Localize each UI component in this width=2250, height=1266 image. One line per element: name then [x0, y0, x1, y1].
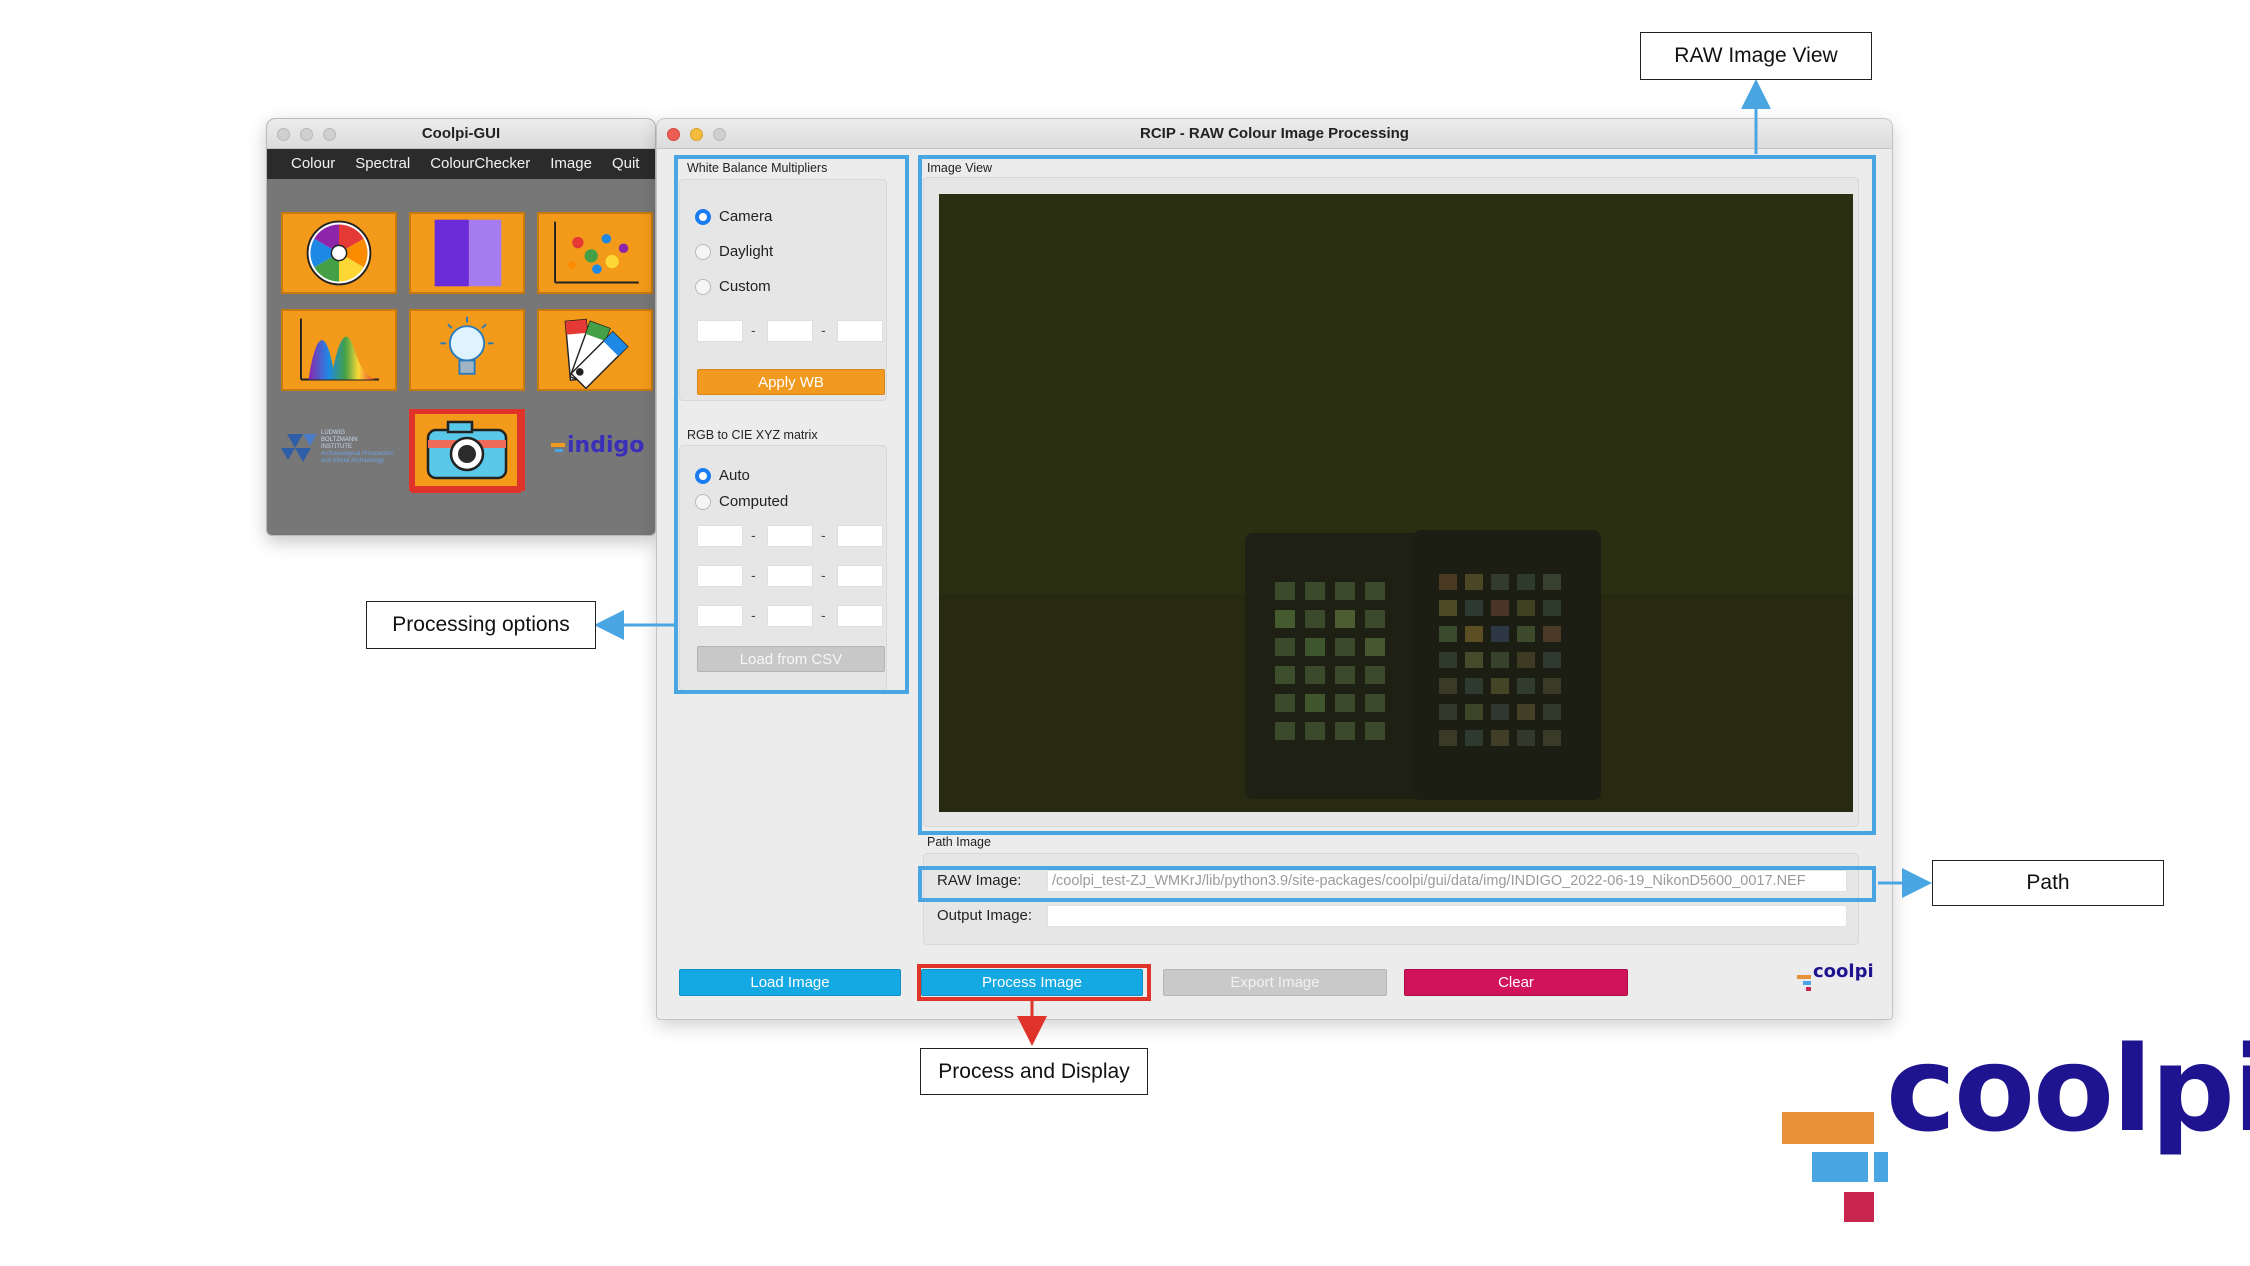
light-bulb-tile[interactable]	[409, 309, 525, 391]
lbi-logo-line: and Virtual Archaeology	[321, 458, 385, 464]
process-and-display-callout: Process and Display	[920, 1048, 1148, 1095]
path-image-group-title: Path Image	[927, 835, 991, 849]
gui-titlebar: Coolpi-GUI	[267, 119, 655, 149]
spectral-curve-tile[interactable]	[281, 309, 397, 391]
spectrum-tile[interactable]	[409, 212, 525, 294]
rcip-window-title: RCIP - RAW Colour Image Processing	[1140, 125, 1409, 142]
gui-window-title: Coolpi-GUI	[421, 125, 501, 142]
spectral-curve-icon	[300, 318, 379, 381]
light-bulb-icon	[440, 316, 494, 375]
menu-colour[interactable]: Colour	[281, 149, 345, 179]
path-highlight	[918, 866, 1876, 902]
menu-spectral[interactable]: Spectral	[345, 149, 420, 179]
load-image-button[interactable]: Load Image	[679, 969, 901, 996]
lbi-logo-line: INSTITUTE	[321, 444, 352, 450]
output-image-label: Output Image:	[937, 907, 1033, 924]
scatter-tile[interactable]	[537, 212, 653, 294]
colour-wheel-icon	[306, 220, 372, 286]
output-image-path-field[interactable]	[1047, 905, 1847, 927]
image-view-highlight	[918, 155, 1876, 835]
coolpi-small-logo: coolpi	[1797, 961, 1877, 995]
rcip-titlebar: RCIP - RAW Colour Image Processing	[657, 119, 1892, 149]
colour-wheel-tile[interactable]	[281, 212, 397, 294]
menu-colourchecker[interactable]: ColourChecker	[420, 149, 540, 179]
indigo-logo: indigo	[551, 431, 651, 465]
clear-button[interactable]: Clear	[1404, 969, 1628, 996]
lbi-logo-line: BOLTZMANN	[321, 437, 358, 443]
export-image-button[interactable]: Export Image	[1163, 969, 1387, 996]
colour-swatch-fan-icon	[564, 318, 629, 389]
processing-options-callout: Processing options	[366, 601, 596, 649]
colour-swatch-tile[interactable]	[537, 309, 653, 391]
path-callout: Path	[1932, 860, 2164, 906]
lbi-logo-line: Archaeological Prospection	[321, 451, 394, 457]
indigo-logo-text: indigo	[567, 433, 645, 458]
gui-menu-bar: Colour Spectral ColourChecker Image Quit	[267, 149, 655, 179]
coolpi-brand-text: coolpi	[1886, 1020, 2250, 1158]
scatter-plot-icon	[554, 221, 639, 284]
spectrum-bar-icon	[434, 219, 502, 287]
coolpi-small-logo-text: coolpi	[1813, 961, 1874, 982]
menu-quit[interactable]: Quit	[602, 149, 650, 179]
lbi-logo: LUDWIG BOLTZMANN INSTITUTE Archaeologica…	[281, 424, 401, 474]
process-button-highlight	[917, 964, 1151, 1001]
menu-image[interactable]: Image	[540, 149, 602, 179]
lbi-logo-line: LUDWIG	[321, 430, 345, 436]
processing-options-highlight	[674, 155, 909, 694]
raw-image-view-callout: RAW Image View	[1640, 32, 1872, 80]
camera-tile-highlight	[411, 409, 521, 493]
